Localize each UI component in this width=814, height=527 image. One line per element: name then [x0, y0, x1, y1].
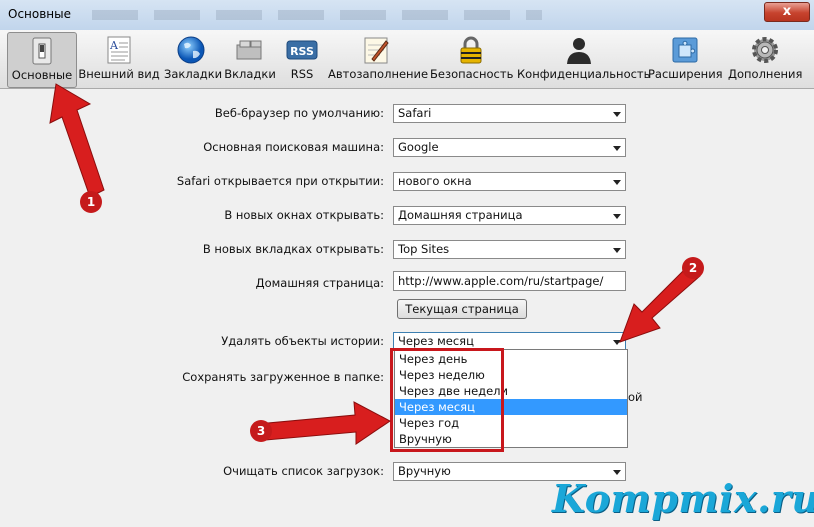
annotation-badge-2: 2 — [682, 257, 704, 279]
annotation-badge-3: 3 — [250, 420, 272, 442]
annotation-badge-1: 1 — [80, 191, 102, 213]
watermark-logo: Kompmix.ru — [552, 476, 814, 521]
annotation-arrow-3 — [265, 401, 391, 445]
annotation-arrow-1 — [49, 83, 105, 198]
